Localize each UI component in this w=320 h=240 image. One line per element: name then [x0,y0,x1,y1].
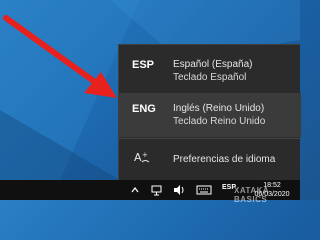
language-name: Español (España) [173,59,253,70]
network-icon[interactable] [150,183,164,197]
chevron-up-icon[interactable] [130,183,140,197]
language-settings-icon: A + [134,151,150,164]
svg-text:A: A [134,151,142,164]
volume-icon[interactable] [172,183,186,197]
language-name: Inglés (Reino Unido) [173,103,265,114]
watermark: XATAKA BASICS [234,186,269,204]
language-item-esp[interactable]: ESP Español (España) Teclado Español [119,49,301,93]
svg-text:+: + [142,151,148,159]
keyboard-layout: Teclado Español [173,72,247,83]
language-flyout: ESP Español (España) Teclado Español ENG… [118,44,301,181]
language-item-eng[interactable]: ENG Inglés (Reino Unido) Teclado Reino U… [119,93,301,137]
keyboard-layout: Teclado Reino Unido [173,116,266,127]
language-code: ENG [132,103,156,115]
language-preferences-link[interactable]: A + Preferencias de idioma [119,139,301,181]
language-preferences-label: Preferencias de idioma [173,154,276,165]
language-code: ESP [132,59,155,71]
keyboard-icon[interactable] [196,183,212,197]
